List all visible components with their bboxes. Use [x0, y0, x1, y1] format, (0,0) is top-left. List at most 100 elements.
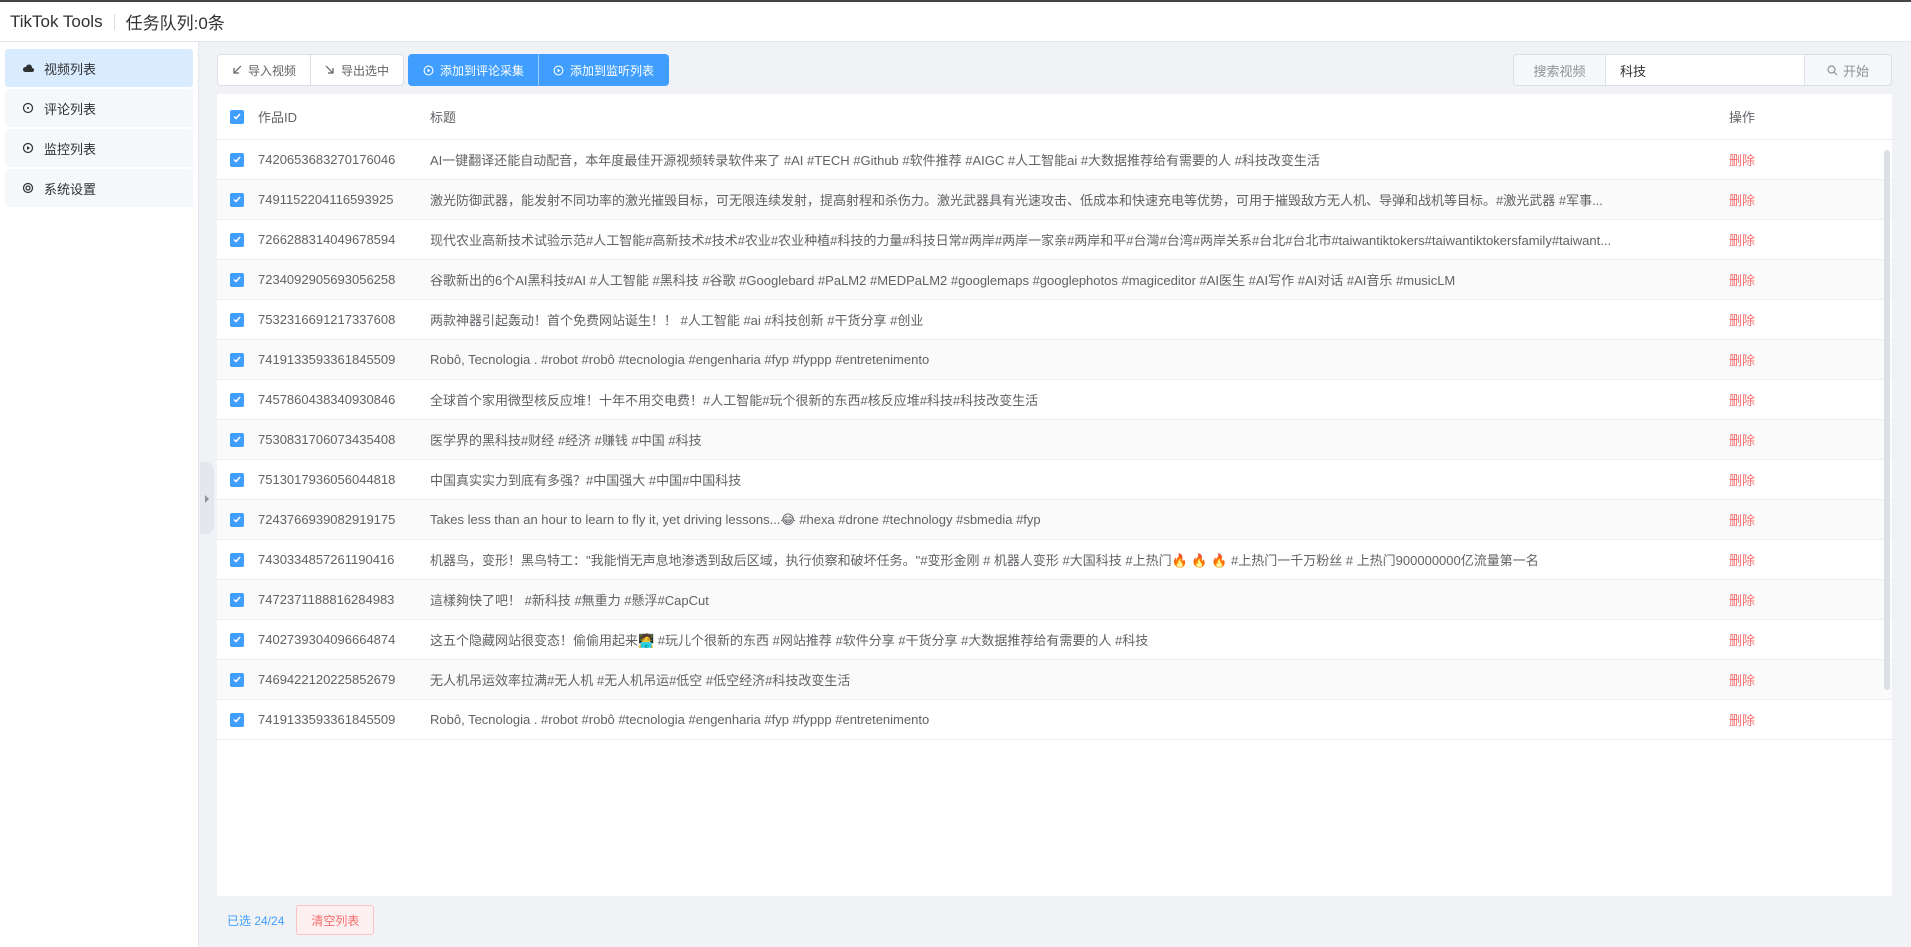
- video-title: 中国真实实力到底有多强？#中国强大 #中国#中国科技: [430, 473, 742, 488]
- row-checkbox[interactable]: [230, 352, 244, 367]
- search-bar: 搜索视频 开始: [1513, 54, 1892, 86]
- search-icon: [1827, 64, 1838, 76]
- row-checkbox[interactable]: [230, 432, 244, 447]
- row-checkbox[interactable]: [230, 632, 244, 647]
- gear-icon: [21, 182, 35, 194]
- title-divider: [113, 13, 115, 30]
- video-id: 7530831706073435408: [258, 432, 396, 447]
- cloud-icon: [21, 63, 35, 73]
- video-title: 两款神器引起轰动！首个免费网站诞生！！ #人工智能 #ai #科技创新 #干货分…: [430, 313, 924, 328]
- app-header: TikTok Tools 任务队列:0条: [0, 0, 1911, 42]
- clear-list-button[interactable]: 清空列表: [296, 905, 375, 935]
- row-checkbox[interactable]: [230, 272, 244, 287]
- video-title: Robô, Tecnologia . #robot #robô #tecnolo…: [430, 712, 930, 727]
- table-row: 7530831706073435408 医学界的黑科技#财经 #经济 #赚钱 #中…: [217, 420, 1892, 460]
- header-operation: 操作: [1729, 110, 1756, 125]
- row-checkbox[interactable]: [230, 152, 244, 167]
- sidebar-item-video-list[interactable]: 视频列表: [5, 49, 193, 87]
- select-all-checkbox[interactable]: [230, 109, 244, 124]
- delete-link[interactable]: 删除: [1729, 193, 1755, 208]
- delete-link[interactable]: 删除: [1729, 673, 1755, 688]
- table-row: 7420653683270176046 AI一键翻译还能自动配音，本年度最佳开源视…: [217, 140, 1892, 180]
- sidebar-item-label: 系统设置: [44, 181, 97, 197]
- delete-link[interactable]: 删除: [1729, 153, 1755, 168]
- add-to-comment-collection-button[interactable]: 添加到评论采集: [408, 54, 540, 86]
- search-input[interactable]: [1606, 54, 1804, 86]
- row-checkbox[interactable]: [230, 232, 244, 247]
- video-id: 7472371188816284983: [258, 592, 395, 607]
- row-checkbox[interactable]: [230, 672, 244, 687]
- start-search-label: 开始: [1842, 63, 1869, 79]
- video-id: 7402739304096664874: [258, 632, 396, 647]
- table-row: 7419133593361845509 Robô, Tecnologia . #r…: [217, 700, 1892, 740]
- video-title: 谷歌新出的6个AI黑科技#AI #人工智能 #黑科技 #谷歌 #Googleba…: [430, 273, 1456, 288]
- video-id: 7513017936056044818: [258, 472, 396, 487]
- video-id: 7419133593361845509: [258, 352, 396, 367]
- video-title: 医学界的黑科技#财经 #经济 #赚钱 #中国 #科技: [430, 433, 702, 448]
- video-id: 7491152204116593925: [258, 192, 394, 207]
- video-id: 7469422120225852679: [258, 672, 396, 687]
- video-title: 机器鸟，变形！黑鸟特工："我能悄无声息地渗透到敌后区域，执行侦察和破坏任务。"#…: [430, 553, 1539, 568]
- table-row: 7491152204116593925 激光防御武器，能发射不同功率的激光摧毁目标…: [217, 180, 1892, 220]
- import-video-button[interactable]: 导入视频: [217, 54, 312, 86]
- play-circle-icon: [21, 142, 35, 154]
- export-arrow-icon: [325, 65, 335, 75]
- sidebar-item-comment-list[interactable]: 评论列表: [5, 89, 193, 127]
- task-queue-status: 任务队列:0条: [125, 14, 225, 33]
- delete-link[interactable]: 删除: [1729, 713, 1755, 728]
- export-selected-button[interactable]: 导出选中: [310, 54, 405, 86]
- delete-link[interactable]: 删除: [1729, 633, 1755, 648]
- play-circle-icon: [553, 65, 564, 76]
- delete-link[interactable]: 删除: [1729, 553, 1755, 568]
- video-title: AI一键翻译还能自动配音，本年度最佳开源视频转录软件来了 #AI #TECH #…: [430, 153, 1320, 168]
- video-title: 這樣夠快了吧！ #新科技 #無重力 #懸浮#CapCut: [430, 593, 709, 608]
- delete-link[interactable]: 删除: [1729, 393, 1755, 408]
- table-body: 7420653683270176046 AI一键翻译还能自动配音，本年度最佳开源视…: [217, 140, 1892, 740]
- sidebar-item-monitor-list[interactable]: 监控列表: [5, 129, 193, 167]
- table-header: 作品ID 标题 操作: [217, 94, 1892, 140]
- table-row: 7513017936056044818 中国真实实力到底有多强？#中国强大 #中国…: [217, 460, 1892, 500]
- row-checkbox[interactable]: [230, 392, 244, 407]
- table-row: 7266288314049678594 现代农业高新技术试验示范#人工智能#高新技…: [217, 220, 1892, 260]
- table-row: 7234092905693056258 谷歌新出的6个AI黑科技#AI #人工智能…: [217, 260, 1892, 300]
- video-id: 7420653683270176046: [258, 152, 396, 167]
- row-checkbox[interactable]: [230, 552, 244, 567]
- table-scrollbar[interactable]: [1884, 150, 1890, 690]
- export-selected-label: 导出选中: [341, 63, 390, 78]
- sidebar-item-label: 监控列表: [44, 141, 97, 157]
- main-content: 导入视频 导出选中 添加到评论采集 添加到监听列表 搜索视频 科技 开始 作品I…: [205, 42, 1911, 947]
- video-id: 7532316691217337608: [258, 312, 396, 327]
- delete-link[interactable]: 删除: [1729, 273, 1755, 288]
- row-checkbox[interactable]: [230, 712, 244, 727]
- start-search-button[interactable]: 开始: [1804, 54, 1892, 86]
- row-checkbox[interactable]: [230, 312, 244, 327]
- delete-link[interactable]: 删除: [1729, 593, 1755, 608]
- row-checkbox[interactable]: [230, 512, 244, 527]
- sidebar-item-label: 评论列表: [44, 101, 97, 117]
- delete-link[interactable]: 删除: [1729, 433, 1755, 448]
- video-title: 激光防御武器，能发射不同功率的激光摧毁目标，可无限连续发射，提高射程和杀伤力。激…: [430, 193, 1603, 208]
- video-id: 7234092905693056258: [258, 272, 396, 287]
- app-title: TikTok Tools: [10, 11, 103, 31]
- sidebar-item-settings[interactable]: 系统设置: [5, 169, 193, 207]
- video-id: 7457860438340930846: [258, 392, 396, 407]
- video-table: 作品ID 标题 操作 7420653683270176046 AI一键翻译还能自动…: [217, 94, 1892, 896]
- video-id: 7419133593361845509: [258, 712, 396, 727]
- table-row: 7419133593361845509 Robô, Tecnologia . #r…: [217, 340, 1892, 380]
- video-title: 现代农业高新技术试验示范#人工智能#高新技术#技术#农业#农业种植#科技的力量#…: [430, 233, 1612, 248]
- table-row: 7457860438340930846 全球首个家用微型核反应堆！十年不用交电费！…: [217, 380, 1892, 420]
- delete-link[interactable]: 删除: [1729, 313, 1755, 328]
- add-to-monitor-list-button[interactable]: 添加到监听列表: [538, 54, 670, 86]
- table-row: 7469422120225852679 无人机吊运效率拉满#无人机 #无人机吊运#…: [217, 660, 1892, 700]
- row-checkbox[interactable]: [230, 592, 244, 607]
- delete-link[interactable]: 删除: [1729, 233, 1755, 248]
- delete-link[interactable]: 删除: [1729, 473, 1755, 488]
- video-title: 这五个隐藏网站很变态！偷偷用起来🧑‍💻 #玩儿个很新的东西 #网站推荐 #软件分…: [430, 633, 1149, 648]
- video-title: 全球首个家用微型核反应堆！十年不用交电费！#人工智能#玩个很新的东西#核反应堆#…: [430, 393, 1039, 408]
- delete-link[interactable]: 删除: [1729, 513, 1755, 528]
- row-checkbox[interactable]: [230, 472, 244, 487]
- row-checkbox[interactable]: [230, 192, 244, 207]
- table-row: 7532316691217337608 两款神器引起轰动！首个免费网站诞生！！ #…: [217, 300, 1892, 340]
- delete-link[interactable]: 删除: [1729, 353, 1755, 368]
- add-to-monitor-list-label: 添加到监听列表: [570, 63, 655, 78]
